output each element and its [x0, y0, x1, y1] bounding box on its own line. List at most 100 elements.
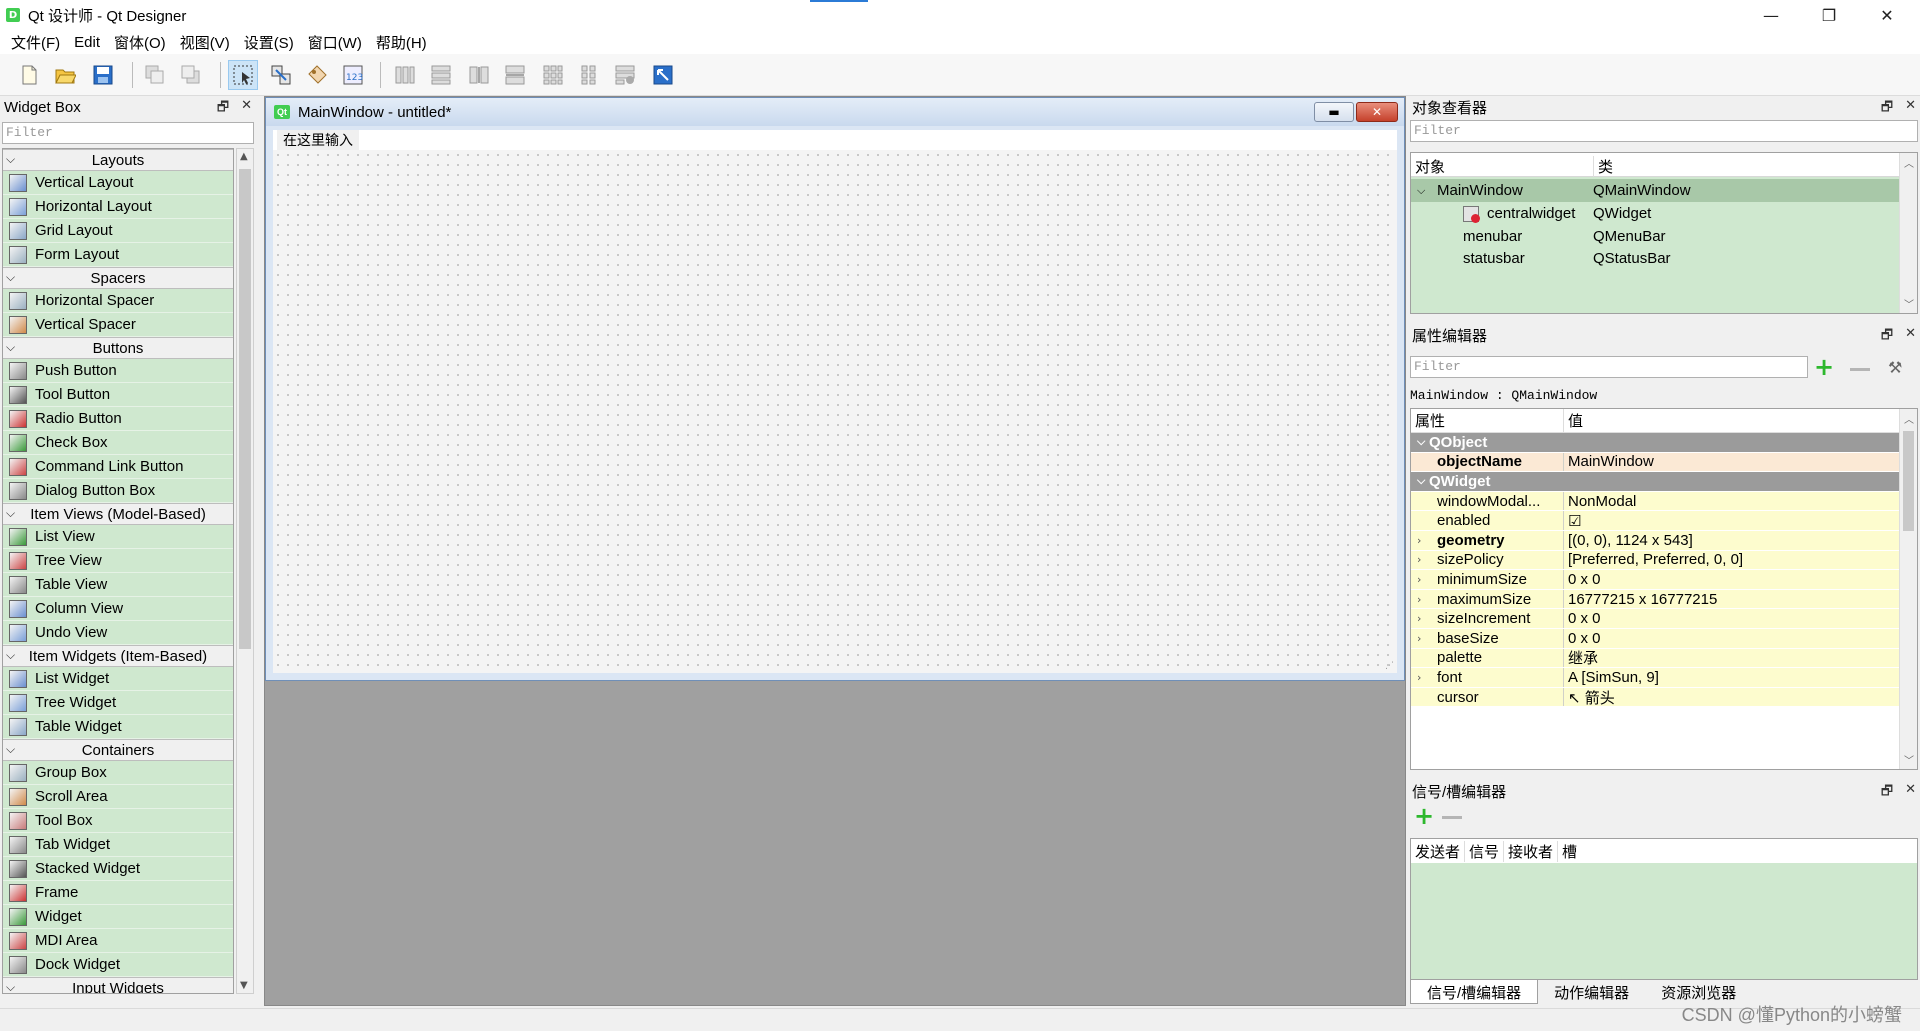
scroll-down-icon[interactable]: ▼ [240, 980, 248, 991]
property-value[interactable]: [(0, 0), 1124 x 543] [1563, 531, 1693, 550]
chevron-down-icon[interactable]: ⌵ [1417, 474, 1425, 488]
add-dynamic-property-icon[interactable]: + [1814, 355, 1838, 380]
widget-item[interactable]: Tool Box [3, 809, 233, 833]
send-to-back-icon[interactable] [140, 60, 170, 90]
edit-signals-slots-icon[interactable] [266, 60, 296, 90]
tree-row-centralwidget[interactable]: centralwidget QWidget [1411, 202, 1901, 225]
widget-category-header[interactable]: ⌵ Item Views (Model-Based) [3, 503, 233, 525]
property-value[interactable]: 0 x 0 [1563, 570, 1601, 589]
chevron-right-icon[interactable]: › [1417, 573, 1421, 586]
edit-buddies-icon[interactable] [302, 60, 332, 90]
property-row[interactable]: windowModal... NonModal [1411, 491, 1901, 512]
form-window[interactable]: Qt MainWindow - untitled* ▬ ✕ 在这里输入 ⋰ [265, 97, 1405, 681]
property-value[interactable]: 16777215 x 16777215 [1563, 589, 1717, 609]
chevron-down-icon[interactable]: ⌵ [6, 742, 15, 757]
property-row[interactable]: › minimumSize 0 x 0 [1411, 570, 1901, 590]
configure-wrench-icon[interactable]: ⚒ [1888, 358, 1908, 378]
property-filter-input[interactable]: Filter [1410, 356, 1808, 378]
chevron-down-icon[interactable]: ⌵ [6, 270, 15, 285]
tab-signal-slot-editor[interactable]: 信号/槽编辑器 [1410, 980, 1539, 1004]
chevron-right-icon[interactable]: › [1417, 593, 1421, 606]
property-row[interactable]: enabled ☑ [1411, 511, 1901, 531]
property-value[interactable]: ↖ 箭头 [1563, 687, 1615, 707]
widget-item[interactable]: Tree View [3, 549, 233, 573]
column-value-header[interactable]: 值 [1563, 409, 1583, 432]
widget-category-header[interactable]: ⌵ Buttons [3, 337, 233, 359]
menu-window[interactable]: 窗口(W) [301, 32, 369, 53]
widget-item[interactable]: Radio Button [3, 407, 233, 431]
tree-row-statusbar[interactable]: statusbar QStatusBar [1411, 247, 1901, 270]
bring-to-front-icon[interactable] [176, 60, 206, 90]
widget-item[interactable]: Dock Widget [3, 953, 233, 977]
widget-item[interactable]: Grid Layout [3, 219, 233, 243]
scroll-up-icon[interactable]: ▲ [240, 151, 248, 162]
remove-connection-icon[interactable] [1442, 816, 1462, 819]
widget-item[interactable]: Command Link Button [3, 455, 233, 479]
menu-help[interactable]: 帮助(H) [369, 32, 434, 53]
layout-vertical-icon[interactable] [426, 60, 456, 90]
property-value[interactable]: 0 x 0 [1563, 629, 1601, 648]
property-row[interactable]: › sizePolicy [Preferred, Preferred, 0, 0] [1411, 550, 1901, 571]
form-minimize-button[interactable]: ▬ [1314, 102, 1354, 122]
widget-category-header[interactable]: ⌵ Spacers [3, 267, 233, 289]
tab-action-editor[interactable]: 动作编辑器 [1538, 980, 1645, 1004]
resize-grip-icon[interactable]: ⋰ [1385, 661, 1394, 671]
remove-dynamic-property-icon[interactable] [1850, 368, 1870, 371]
widget-item[interactable]: Vertical Layout [3, 171, 233, 195]
widget-item[interactable]: Stacked Widget [3, 857, 233, 881]
layout-horizontal-icon[interactable] [390, 60, 420, 90]
float-panel-icon[interactable]: 🗗 [1881, 782, 1893, 804]
close-panel-icon[interactable]: ✕ [1905, 782, 1916, 804]
widget-item[interactable]: Form Layout [3, 243, 233, 267]
widget-item[interactable]: Column View [3, 597, 233, 621]
property-scroll-thumb[interactable] [1903, 431, 1914, 531]
chevron-down-icon[interactable]: ⌵ [6, 980, 15, 993]
column-signal[interactable]: 信号 [1465, 840, 1505, 862]
widget-item[interactable]: List View [3, 525, 233, 549]
property-row[interactable]: › maximumSize 16777215 x 16777215 [1411, 589, 1901, 610]
scroll-up-icon[interactable]: ︿ [1904, 155, 1914, 170]
scroll-down-icon[interactable]: ﹀ [1904, 752, 1914, 767]
close-panel-icon[interactable]: ✕ [1905, 326, 1916, 348]
chevron-right-icon[interactable]: › [1417, 612, 1421, 625]
chevron-down-icon[interactable]: ⌵ [6, 152, 15, 167]
property-row[interactable]: › geometry [(0, 0), 1124 x 543] [1411, 531, 1901, 551]
chevron-right-icon[interactable]: › [1417, 632, 1421, 645]
widget-item[interactable]: Tab Widget [3, 833, 233, 857]
float-panel-icon[interactable]: 🗗 [1881, 98, 1893, 120]
close-panel-icon[interactable]: ✕ [241, 98, 252, 120]
menu-file[interactable]: 文件(F) [4, 32, 67, 53]
type-here-menu-item[interactable]: 在这里输入 [277, 130, 359, 150]
widget-item[interactable]: Horizontal Spacer [3, 289, 233, 313]
new-file-icon[interactable] [14, 60, 44, 90]
property-value[interactable]: ☑ [1563, 511, 1581, 530]
scroll-down-icon[interactable]: ﹀ [1904, 296, 1914, 311]
float-panel-icon[interactable]: 🗗 [1881, 326, 1893, 348]
close-window-button[interactable]: ✕ [1858, 0, 1916, 30]
widget-item[interactable]: Widget [3, 905, 233, 929]
menu-settings[interactable]: 设置(S) [237, 32, 301, 53]
menu-view[interactable]: 视图(V) [173, 32, 237, 53]
scroll-up-icon[interactable]: ︿ [1904, 411, 1914, 426]
widget-item[interactable]: Tree Widget [3, 691, 233, 715]
widget-category-header[interactable]: ⌵ Layouts [3, 149, 233, 171]
close-panel-icon[interactable]: ✕ [1905, 98, 1916, 120]
layout-horizontal-splitter-icon[interactable] [464, 60, 494, 90]
widget-box-scroll-thumb[interactable] [239, 169, 251, 649]
widget-item[interactable]: List Widget [3, 667, 233, 691]
chevron-down-icon[interactable]: ⌵ [6, 340, 15, 355]
widget-item[interactable]: Frame [3, 881, 233, 905]
column-receiver[interactable]: 接收者 [1504, 840, 1559, 862]
float-panel-icon[interactable]: 🗗 [217, 98, 229, 120]
column-sender[interactable]: 发送者 [1411, 840, 1466, 862]
layout-vertical-splitter-icon[interactable] [500, 60, 530, 90]
property-row[interactable]: › font A [SimSun, 9] [1411, 668, 1901, 688]
column-object-header[interactable]: 对象 [1415, 156, 1445, 177]
object-inspector-filter-input[interactable]: Filter [1410, 120, 1918, 142]
widget-item[interactable]: Check Box [3, 431, 233, 455]
form-close-button[interactable]: ✕ [1356, 102, 1398, 122]
property-value[interactable]: MainWindow [1563, 452, 1654, 472]
chevron-down-icon[interactable]: ⌵ [6, 506, 15, 521]
widget-item[interactable]: MDI Area [3, 929, 233, 953]
widget-category-header[interactable]: ⌵ Input Widgets [3, 977, 233, 993]
